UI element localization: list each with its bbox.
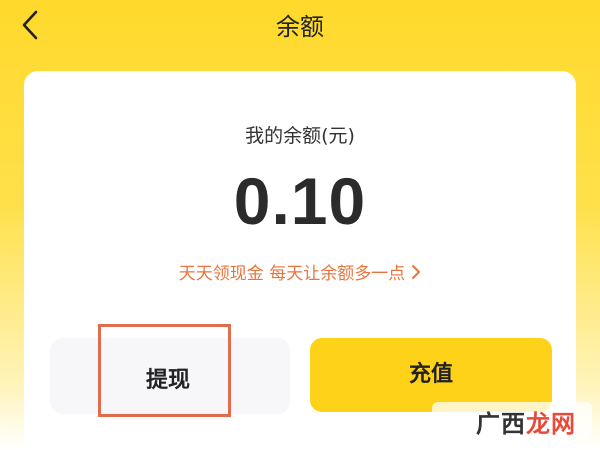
top-bar: 余额 xyxy=(0,0,600,50)
watermark-part2: 龙网 xyxy=(526,410,576,438)
watermark-part1: 广西 xyxy=(476,410,526,438)
page-title: 余额 xyxy=(276,13,324,41)
watermark-logo: 广西龙网 xyxy=(476,404,576,439)
withdraw-highlight-box xyxy=(98,324,231,417)
balance-label: 我的余额(元) xyxy=(245,125,355,147)
promo-link[interactable]: 天天领现金 每天让余额多一点 xyxy=(24,259,576,285)
balance-page: 余额 我的余额(元) 0.10 天天领现金 每天让余额多一点 提现 充值 广西龙… xyxy=(0,0,600,450)
recharge-button[interactable]: 充值 xyxy=(310,338,552,412)
promo-link-text: 天天领现金 每天让余额多一点 xyxy=(178,264,406,284)
balance-amount: 0.10 xyxy=(233,164,367,238)
chevron-right-icon xyxy=(411,264,421,285)
